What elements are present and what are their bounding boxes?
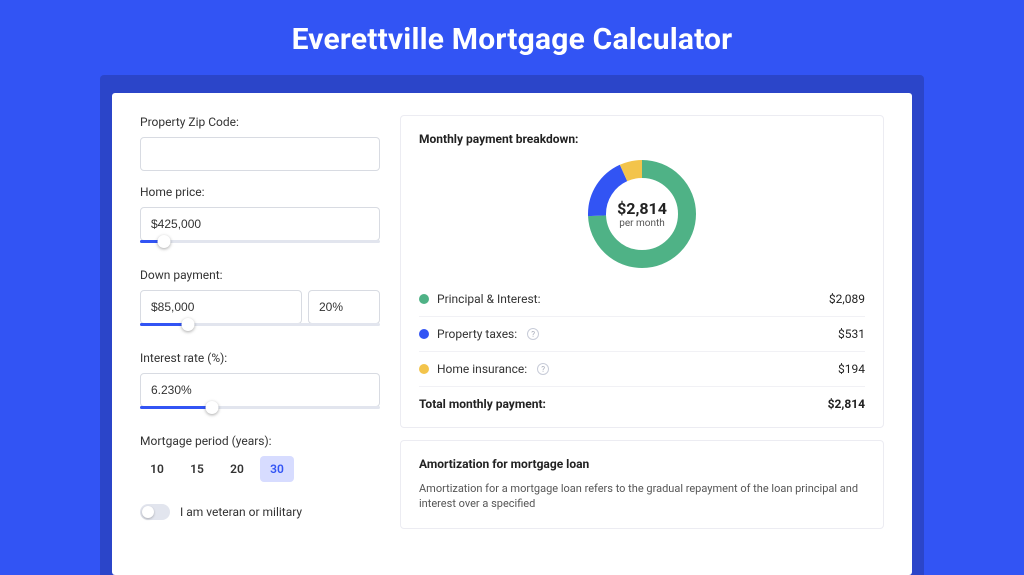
legend-dot <box>419 329 429 339</box>
period-group: Mortgage period (years): 10152030 <box>140 434 380 482</box>
legend-value: $531 <box>838 327 865 341</box>
legend-label: Home insurance: <box>437 362 527 376</box>
breakdown-title: Monthly payment breakdown: <box>419 132 865 146</box>
donut-center: $2,814 per month <box>617 199 667 229</box>
interest-rate-group: Interest rate (%): <box>140 351 380 420</box>
period-tabs: 10152030 <box>140 456 380 482</box>
help-icon[interactable]: ? <box>527 328 539 340</box>
slider-thumb[interactable] <box>206 401 219 414</box>
inputs-column: Property Zip Code: Home price: Down paym… <box>140 115 380 553</box>
down-payment-slider[interactable] <box>140 323 380 337</box>
veteran-row: I am veteran or military <box>140 504 380 520</box>
zip-group: Property Zip Code: <box>140 115 380 171</box>
backdrop-band: Property Zip Code: Home price: Down paym… <box>100 75 924 575</box>
calculator-card: Property Zip Code: Home price: Down paym… <box>112 93 912 575</box>
breakdown-panel: Monthly payment breakdown: $2,814 per mo… <box>400 115 884 428</box>
legend-row: Property taxes:? $531 <box>419 316 865 351</box>
slider-thumb[interactable] <box>182 318 195 331</box>
legend-value: $194 <box>838 362 865 376</box>
legend-value: $2,089 <box>829 292 865 306</box>
donut-sub: per month <box>617 218 667 229</box>
period-tab-15[interactable]: 15 <box>180 456 214 482</box>
donut-chart-wrap: $2,814 per month <box>419 148 865 282</box>
down-payment-pct-input[interactable] <box>308 290 380 324</box>
legend-label: Property taxes: <box>437 327 517 341</box>
down-payment-group: Down payment: <box>140 268 380 337</box>
slider-fill <box>140 406 212 409</box>
period-tab-10[interactable]: 10 <box>140 456 174 482</box>
donut-chart: $2,814 per month <box>582 154 702 274</box>
slider-thumb[interactable] <box>158 235 171 248</box>
interest-rate-label: Interest rate (%): <box>140 351 380 365</box>
home-price-label: Home price: <box>140 185 380 199</box>
legend-dot <box>419 364 429 374</box>
period-tab-20[interactable]: 20 <box>220 456 254 482</box>
amortization-body: Amortization for a mortgage loan refers … <box>419 481 865 512</box>
donut-amount: $2,814 <box>617 199 667 218</box>
legend-row: Principal & Interest: $2,089 <box>419 282 865 316</box>
slider-track <box>140 240 380 243</box>
home-price-slider[interactable] <box>140 240 380 254</box>
home-price-group: Home price: <box>140 185 380 254</box>
total-value: $2,814 <box>828 397 865 411</box>
period-tab-30[interactable]: 30 <box>260 456 294 482</box>
page-title: Everettville Mortgage Calculator <box>0 0 1024 75</box>
home-price-input[interactable] <box>140 207 380 241</box>
legend-row: Home insurance:? $194 <box>419 351 865 386</box>
veteran-label: I am veteran or military <box>180 505 302 519</box>
zip-input[interactable] <box>140 137 380 171</box>
amortization-panel: Amortization for mortgage loan Amortizat… <box>400 440 884 529</box>
total-label: Total monthly payment: <box>419 397 546 411</box>
period-label: Mortgage period (years): <box>140 434 380 448</box>
legend-dot <box>419 294 429 304</box>
interest-rate-slider[interactable] <box>140 406 380 420</box>
total-row: Total monthly payment: $2,814 <box>419 386 865 411</box>
toggle-knob <box>142 506 154 518</box>
legend: Principal & Interest: $2,089 Property taxe… <box>419 282 865 386</box>
interest-rate-input[interactable] <box>140 373 380 407</box>
legend-label: Principal & Interest: <box>437 292 541 306</box>
zip-label: Property Zip Code: <box>140 115 380 129</box>
down-payment-input[interactable] <box>140 290 302 324</box>
down-payment-label: Down payment: <box>140 268 380 282</box>
help-icon[interactable]: ? <box>537 363 549 375</box>
results-column: Monthly payment breakdown: $2,814 per mo… <box>400 115 884 553</box>
amortization-title: Amortization for mortgage loan <box>419 457 865 471</box>
veteran-toggle[interactable] <box>140 504 170 520</box>
